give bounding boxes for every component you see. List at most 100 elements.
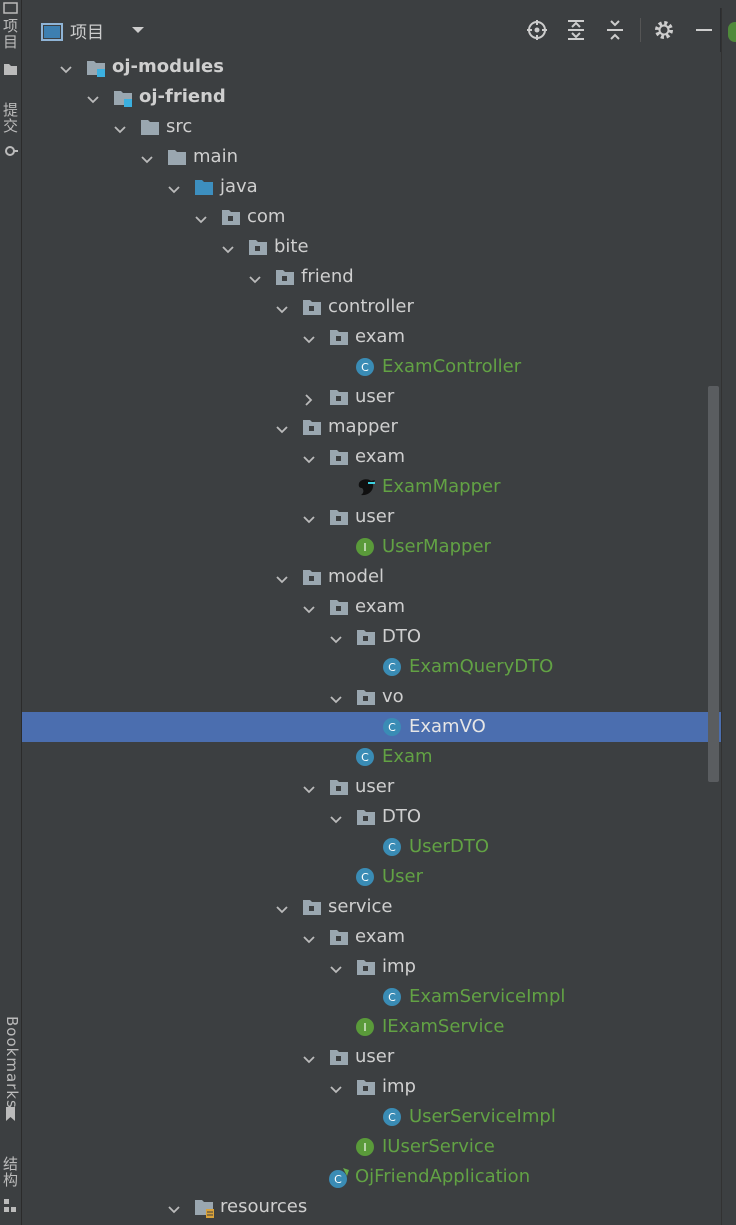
tree-item-label: user <box>355 506 395 527</box>
chevron-down-icon[interactable] <box>276 901 288 914</box>
chevron-down-icon[interactable] <box>330 1081 342 1094</box>
tree-item-label: com <box>247 206 286 227</box>
tree-row[interactable]: model <box>22 562 721 592</box>
tree-row[interactable]: ExamMapper <box>22 472 721 502</box>
chevron-down-icon[interactable] <box>303 331 315 344</box>
tree-row[interactable]: I UserMapper <box>22 532 721 562</box>
chevron-down-icon[interactable] <box>249 271 261 284</box>
tree-row[interactable]: I IUserService <box>22 1132 721 1162</box>
module-icon <box>112 87 132 107</box>
tree-row[interactable]: src <box>22 112 721 142</box>
chevron-down-icon[interactable] <box>330 691 342 704</box>
locate-icon[interactable] <box>525 18 549 42</box>
tree-row[interactable]: user <box>22 1042 721 1072</box>
project-view-icon[interactable] <box>40 20 64 44</box>
collapse-all-icon[interactable] <box>603 18 627 42</box>
bookmarks-tab[interactable]: Bookmarks <box>0 1016 21 1109</box>
tree-item-label: user <box>355 1046 395 1067</box>
tree-row[interactable]: friend <box>22 262 721 292</box>
tree-item-label: resources <box>220 1196 308 1217</box>
tree-row[interactable]: exam <box>22 592 721 622</box>
expand-all-icon[interactable] <box>564 18 588 42</box>
tree-row[interactable]: C OjFriendApplication <box>22 1162 721 1192</box>
tree-row[interactable]: vo <box>22 682 721 712</box>
tree-item-label: friend <box>301 266 354 287</box>
svg-text:I: I <box>363 1141 366 1154</box>
chevron-down-icon[interactable] <box>141 151 153 164</box>
settings-icon[interactable] <box>652 18 676 42</box>
tree-row[interactable]: C User <box>22 862 721 892</box>
tree-row[interactable]: imp <box>22 1072 721 1102</box>
chevron-down-icon[interactable] <box>303 1051 315 1064</box>
tree-row[interactable]: java <box>22 172 721 202</box>
dropdown-icon[interactable] <box>126 18 150 42</box>
tree-row[interactable]: imp <box>22 952 721 982</box>
structure-tab[interactable]: 结构 <box>0 1156 21 1188</box>
tree-row[interactable]: C UserServiceImpl <box>22 1102 721 1132</box>
tree-row[interactable]: C ExamController <box>22 352 721 382</box>
tree-row[interactable]: C ExamQueryDTO <box>22 652 721 682</box>
tree-row[interactable]: user <box>22 772 721 802</box>
tree-row[interactable]: resources <box>22 1192 721 1222</box>
chevron-down-icon[interactable] <box>222 241 234 254</box>
tree-row[interactable]: user <box>22 502 721 532</box>
chevron-down-icon[interactable] <box>330 811 342 824</box>
svg-text:C: C <box>361 751 369 764</box>
panel-title[interactable]: 项目 <box>70 18 104 43</box>
tree-row[interactable]: exam <box>22 922 721 952</box>
tree-row[interactable]: exam <box>22 322 721 352</box>
chevron-down-icon[interactable] <box>114 121 126 134</box>
chevron-down-icon[interactable] <box>303 781 315 794</box>
tree-row[interactable]: C UserDTO <box>22 832 721 862</box>
tree-row[interactable]: DTO <box>22 622 721 652</box>
project-tab[interactable]: 项目 <box>0 18 21 50</box>
chevron-down-icon[interactable] <box>303 511 315 524</box>
tree-row[interactable]: service <box>22 892 721 922</box>
tree-row[interactable]: controller <box>22 292 721 322</box>
chevron-right-icon[interactable] <box>303 391 315 406</box>
chevron-down-icon[interactable] <box>303 601 315 614</box>
project-tree[interactable]: oj-modules oj-friend src main java com bite fri… <box>22 52 721 1225</box>
package-icon <box>328 387 348 407</box>
tree-item-label: exam <box>355 926 405 947</box>
chevron-down-icon[interactable] <box>168 1201 180 1214</box>
mybatis-icon <box>355 477 375 497</box>
tree-row[interactable]: C Exam <box>22 742 721 772</box>
tree-row[interactable]: user <box>22 382 721 412</box>
tree-item-label: OjFriendApplication <box>355 1166 531 1187</box>
chevron-down-icon[interactable] <box>276 571 288 584</box>
chevron-down-icon[interactable] <box>330 631 342 644</box>
hide-icon[interactable] <box>692 18 716 42</box>
tree-item-label: imp <box>382 1076 416 1097</box>
chevron-down-icon[interactable] <box>195 211 207 224</box>
tree-row[interactable]: exam <box>22 442 721 472</box>
tree-item-label: exam <box>355 446 405 467</box>
folder-blue-icon <box>193 177 213 197</box>
chevron-down-icon[interactable] <box>303 451 315 464</box>
tree-item-label: service <box>328 896 393 917</box>
tree-row[interactable]: C ExamVO <box>22 712 721 742</box>
tree-row[interactable]: main <box>22 142 721 172</box>
chevron-down-icon[interactable] <box>60 61 72 74</box>
chevron-down-icon[interactable] <box>276 301 288 314</box>
tree-row[interactable]: DTO <box>22 802 721 832</box>
bookmark-icon <box>6 1107 15 1121</box>
resources-icon <box>193 1197 214 1218</box>
project-tab-icon[interactable] <box>3 2 18 14</box>
tree-scrollbar[interactable] <box>708 386 719 782</box>
tree-row[interactable]: com <box>22 202 721 232</box>
chevron-down-icon[interactable] <box>303 931 315 944</box>
tree-row[interactable]: oj-modules <box>22 52 721 82</box>
tree-item-label: DTO <box>382 806 422 827</box>
tree-item-label: exam <box>355 596 405 617</box>
tree-row[interactable]: C ExamServiceImpl <box>22 982 721 1012</box>
tree-row[interactable]: bite <box>22 232 721 262</box>
commit-tab[interactable]: 提交 <box>0 102 21 134</box>
chevron-down-icon[interactable] <box>87 91 99 104</box>
chevron-down-icon[interactable] <box>168 181 180 194</box>
tree-row[interactable]: I IExamService <box>22 1012 721 1042</box>
tree-row[interactable]: oj-friend <box>22 82 721 112</box>
chevron-down-icon[interactable] <box>330 961 342 974</box>
chevron-down-icon[interactable] <box>276 421 288 434</box>
tree-row[interactable]: mapper <box>22 412 721 442</box>
